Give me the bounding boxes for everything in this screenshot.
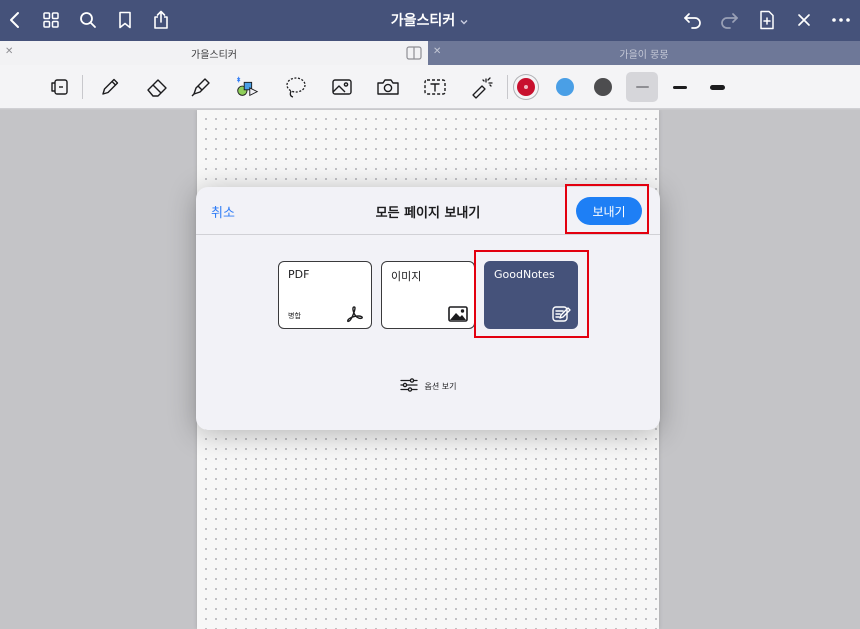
text-box-icon[interactable] (422, 74, 448, 100)
laser-pointer-icon[interactable] (468, 74, 494, 100)
split-view-icon[interactable] (406, 45, 422, 64)
export-dialog: 취소 모든 페이지 보내기 보내기 PDF 병합 이미지 GoodNotes 옵… (196, 187, 660, 430)
more-icon[interactable] (829, 8, 853, 32)
lasso-icon[interactable] (283, 74, 309, 100)
reading-mode-icon[interactable] (46, 74, 72, 100)
navigation-bar: 가을스티커 (0, 0, 860, 41)
redo-icon[interactable] (717, 8, 741, 32)
sliders-icon (399, 377, 418, 396)
add-page-icon[interactable] (755, 8, 779, 32)
show-options-button[interactable]: 옵션 보기 (196, 375, 660, 397)
color-swatch-blue[interactable] (556, 78, 574, 96)
camera-icon[interactable] (375, 74, 401, 100)
format-pdf-option[interactable]: PDF 병합 (278, 261, 372, 329)
tool-bar (0, 65, 860, 109)
stroke-width-thin[interactable] (626, 72, 658, 102)
format-goodnotes-option[interactable]: GoodNotes (484, 261, 578, 329)
tab-active-document[interactable]: ✕ 가을스티커 (0, 41, 428, 65)
dialog-header: 취소 모든 페이지 보내기 보내기 (196, 187, 660, 235)
toolbar-divider (82, 75, 83, 99)
stroke-width-thick[interactable] (701, 72, 733, 102)
pen-icon[interactable] (97, 74, 123, 100)
format-image-option[interactable]: 이미지 (381, 261, 475, 329)
goodnotes-icon (551, 305, 571, 323)
close-icon[interactable] (792, 8, 816, 32)
shape-icon[interactable] (234, 74, 260, 100)
export-button[interactable]: 보내기 (576, 197, 642, 225)
color-swatch-dark-gray[interactable] (594, 78, 612, 96)
chevron-down-icon (459, 13, 469, 29)
toolbar-divider (507, 75, 508, 99)
image-icon (448, 305, 468, 323)
image-icon[interactable] (329, 74, 355, 100)
color-swatch-red[interactable] (517, 78, 535, 96)
undo-icon[interactable] (681, 8, 705, 32)
pdf-icon (345, 305, 365, 323)
stroke-width-medium[interactable] (664, 72, 696, 102)
eraser-icon[interactable] (144, 74, 170, 100)
highlighter-icon[interactable] (188, 74, 214, 100)
tab-other-document[interactable]: ✕ 가을이 몽몽 (428, 41, 860, 65)
cancel-button[interactable]: 취소 (211, 202, 235, 221)
tab-strip: ✕ 가을스티커 ✕ 가을이 몽몽 (0, 41, 860, 65)
